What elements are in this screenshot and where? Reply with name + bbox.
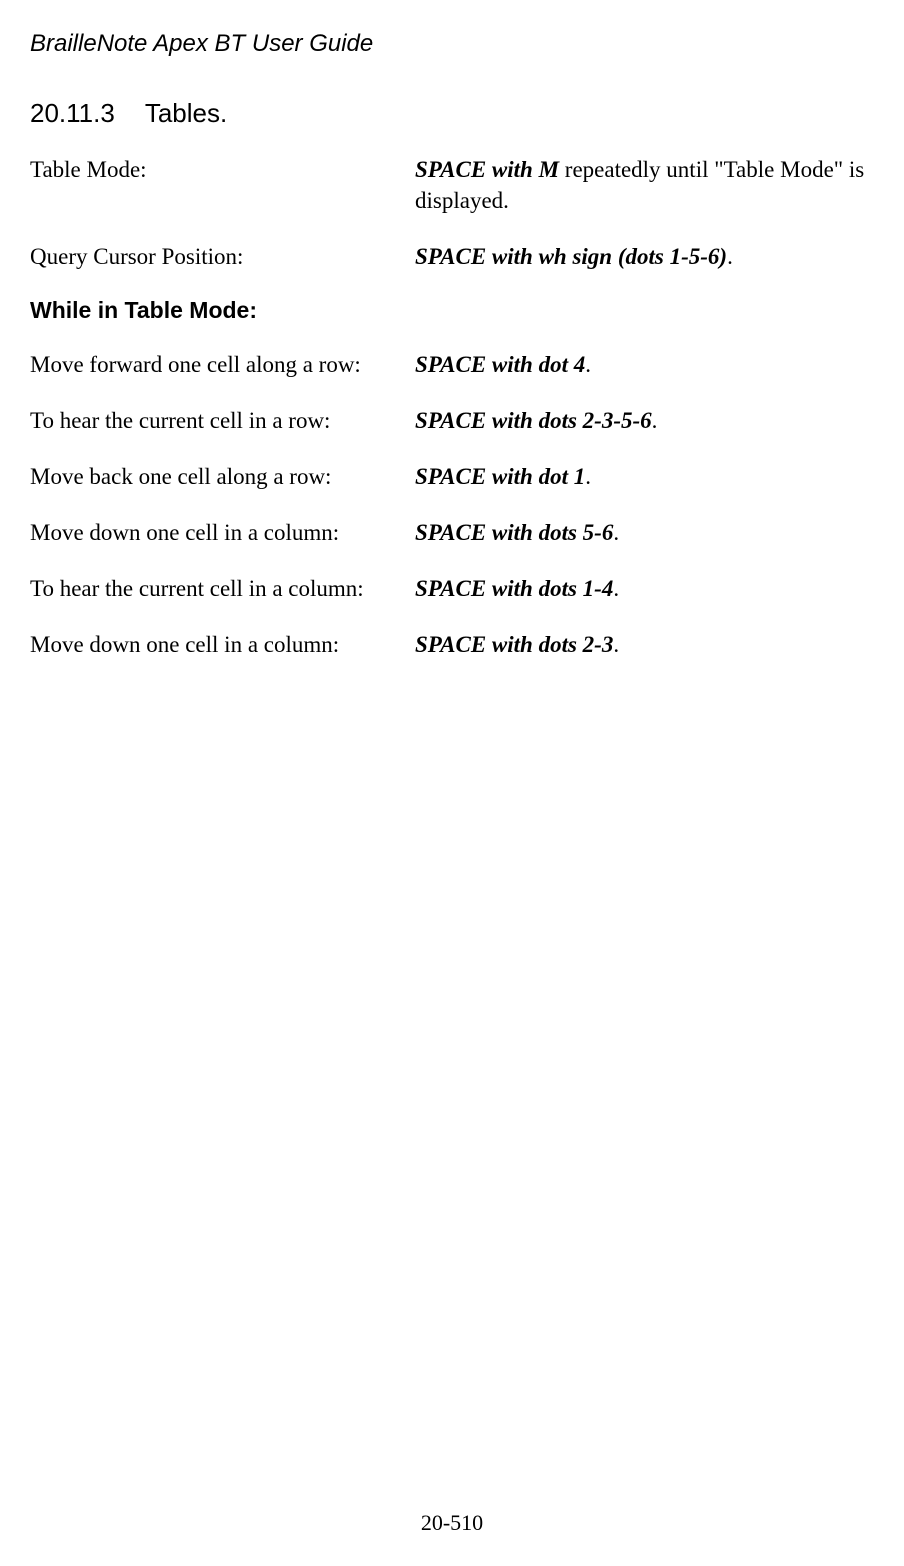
definition-row: Move down one cell in a column: SPACE wi… (30, 517, 904, 548)
document-title: BrailleNote Apex BT User Guide (30, 30, 904, 58)
command-text: SPACE with dot 4 (415, 352, 585, 377)
definition-label: To hear the current cell in a column: (30, 573, 415, 604)
definition-row: Move down one cell in a column: SPACE wi… (30, 629, 904, 660)
command-text: SPACE with dot 1 (415, 464, 585, 489)
definition-row: Table Mode: SPACE with M repeatedly unti… (30, 154, 904, 216)
definition-row: To hear the current cell in a row: SPACE… (30, 405, 904, 436)
tail-text: . (613, 520, 619, 545)
definition-row: Query Cursor Position: SPACE with wh sig… (30, 241, 904, 272)
definition-row: To hear the current cell in a column: SP… (30, 573, 904, 604)
command-text: SPACE with wh sign (dots 1-5-6) (415, 244, 727, 269)
command-text: SPACE with dots 1-4 (415, 576, 613, 601)
definition-label: Move down one cell in a column: (30, 629, 415, 660)
definition-value: SPACE with dot 4. (415, 349, 904, 380)
tail-text: . (585, 352, 591, 377)
definition-label: Move forward one cell along a row: (30, 349, 415, 380)
definition-value: SPACE with dots 1-4. (415, 573, 904, 604)
command-text: SPACE with dots 2-3 (415, 632, 613, 657)
section-number: 20.11.3 (30, 98, 115, 129)
definition-value: SPACE with M repeatedly until "Table Mod… (415, 154, 904, 216)
command-text: SPACE with dots 2-3-5-6 (415, 408, 652, 433)
section-heading: 20.11.3 Tables. (30, 98, 904, 129)
definition-label: Move back one cell along a row: (30, 461, 415, 492)
tail-text: . (652, 408, 658, 433)
definition-value: SPACE with dots 5-6. (415, 517, 904, 548)
definition-label: To hear the current cell in a row: (30, 405, 415, 436)
subheading: While in Table Mode: (30, 297, 904, 324)
definition-label: Move down one cell in a column: (30, 517, 415, 548)
tail-text: . (613, 576, 619, 601)
definition-label: Query Cursor Position: (30, 241, 415, 272)
definition-value: SPACE with dots 2-3. (415, 629, 904, 660)
command-text: SPACE with M (415, 157, 559, 182)
tail-text: . (727, 244, 733, 269)
command-text: SPACE with dots 5-6 (415, 520, 613, 545)
definition-value: SPACE with dot 1. (415, 461, 904, 492)
page-number: 20-510 (0, 1510, 904, 1536)
definition-row: Move back one cell along a row: SPACE wi… (30, 461, 904, 492)
definition-value: SPACE with dots 2-3-5-6. (415, 405, 904, 436)
definition-row: Move forward one cell along a row: SPACE… (30, 349, 904, 380)
definition-label: Table Mode: (30, 154, 415, 216)
definition-value: SPACE with wh sign (dots 1-5-6). (415, 241, 904, 272)
section-title: Tables. (145, 98, 227, 128)
tail-text: . (585, 464, 591, 489)
tail-text: . (613, 632, 619, 657)
